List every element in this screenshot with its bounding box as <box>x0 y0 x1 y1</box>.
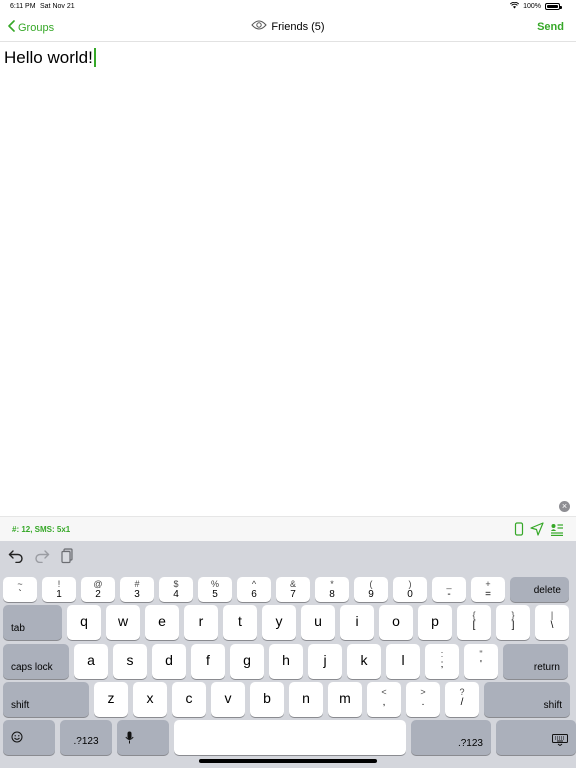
key-b[interactable]: b <box>250 682 284 717</box>
location-arrow-icon[interactable] <box>530 522 544 541</box>
key-h[interactable]: h <box>269 644 303 679</box>
text-cursor <box>93 48 96 67</box>
key-left-brace[interactable]: {[ <box>457 605 491 640</box>
key-5[interactable]: % 5 <box>198 577 232 602</box>
status-bar: 6:11 PM Sat Nov 21 100% <box>0 0 576 14</box>
key-period[interactable]: >. <box>406 682 440 717</box>
key-semicolon[interactable]: :; <box>425 644 459 679</box>
keyboard-bottom-row: .?123 .?123 <box>3 720 576 755</box>
character-count: #: 12, SMS: 5x1 <box>12 525 71 534</box>
key-d[interactable]: d <box>152 644 186 679</box>
key-w[interactable]: w <box>106 605 140 640</box>
numbers-key-right[interactable]: .?123 <box>411 720 491 755</box>
nav-bar: Groups Friends (5) Send <box>0 14 576 42</box>
key-z[interactable]: z <box>94 682 128 717</box>
tab-key[interactable]: tab <box>3 605 62 640</box>
emoji-icon <box>11 731 23 746</box>
keyboard-row-1: tab q w e r t y u i o p {[ }] | \ <box>3 605 569 640</box>
key-q[interactable]: q <box>67 605 101 640</box>
key-u[interactable]: u <box>301 605 335 640</box>
battery-icon <box>545 3 562 10</box>
key-backtick[interactable]: ~ ` <box>3 577 37 602</box>
key-2[interactable]: @2 <box>81 577 115 602</box>
key-t[interactable]: t <box>223 605 257 640</box>
eye-icon[interactable] <box>251 20 268 33</box>
left-shift-key[interactable]: shift <box>3 682 89 717</box>
phone-icon[interactable] <box>514 522 524 541</box>
key-0[interactable]: ) 0 <box>393 577 427 602</box>
message-text-container: Hello world! <box>4 48 96 68</box>
key-l[interactable]: l <box>386 644 420 679</box>
battery-percent: 100% <box>523 3 541 10</box>
numbers-key-left[interactable]: .?123 <box>60 720 112 755</box>
key-quote[interactable]: " ' <box>464 644 498 679</box>
nav-title: Friends (5) <box>0 20 576 33</box>
status-time: 6:11 PM <box>10 3 36 10</box>
key-slash[interactable]: ? / <box>445 682 479 717</box>
key-x[interactable]: x <box>133 682 167 717</box>
key-n[interactable]: n <box>289 682 323 717</box>
key-c[interactable]: c <box>172 682 206 717</box>
info-actions <box>514 522 564 541</box>
home-indicator[interactable] <box>199 759 377 763</box>
key-pipe[interactable]: | \ <box>535 605 569 640</box>
message-text: Hello world! <box>4 48 93 67</box>
send-button[interactable]: Send <box>537 21 564 33</box>
info-bar: #: 12, SMS: 5x1 <box>0 516 576 541</box>
emoji-key[interactable] <box>3 720 55 755</box>
keyboard-row-2: caps lock a s d f g h j k l :; " ' return <box>3 644 568 679</box>
delete-key[interactable]: delete <box>510 577 569 602</box>
key-f[interactable]: f <box>191 644 225 679</box>
key-4[interactable]: $4 <box>159 577 193 602</box>
key-e[interactable]: e <box>145 605 179 640</box>
key-o[interactable]: o <box>379 605 413 640</box>
key-y[interactable]: y <box>262 605 296 640</box>
key-6[interactable]: ^ 6 <box>237 577 271 602</box>
key-s[interactable]: s <box>113 644 147 679</box>
key-r[interactable]: r <box>184 605 218 640</box>
key-7[interactable]: & 7 <box>276 577 310 602</box>
page-title: Friends (5) <box>271 20 325 33</box>
space-bar[interactable] <box>174 720 406 755</box>
keyboard-row-3: shift z x c v b n m <, >. ? / shift <box>3 682 570 717</box>
status-indicators: 100% <box>510 1 562 11</box>
key-m[interactable]: m <box>328 682 362 717</box>
microphone-icon <box>125 731 134 747</box>
key-8[interactable]: * 8 <box>315 577 349 602</box>
clear-icon[interactable]: × <box>559 501 570 512</box>
key-k[interactable]: k <box>347 644 381 679</box>
key-i[interactable]: i <box>340 605 374 640</box>
key-p[interactable]: p <box>418 605 452 640</box>
caps-lock-key[interactable]: caps lock <box>3 644 69 679</box>
undo-icon[interactable] <box>8 549 24 568</box>
right-shift-key[interactable]: shift <box>484 682 570 717</box>
redo-icon[interactable] <box>34 549 50 568</box>
key-comma[interactable]: <, <box>367 682 401 717</box>
status-date: Sat Nov 21 <box>40 3 75 10</box>
key-equals[interactable]: + = <box>471 577 505 602</box>
keyboard: ~ ` ! 1 @2 #3 $4 % 5 ^ 6 & 7 * 8 (9 ) 0 _ - + = d… <box>0 541 576 768</box>
wifi-icon <box>510 1 520 11</box>
contact-card-icon[interactable] <box>550 522 564 541</box>
paste-icon[interactable] <box>60 548 74 569</box>
return-key[interactable]: return <box>503 644 568 679</box>
key-g[interactable]: g <box>230 644 264 679</box>
key-right-brace[interactable]: }] <box>496 605 530 640</box>
hide-keyboard-key[interactable] <box>496 720 576 755</box>
key-j[interactable]: j <box>308 644 342 679</box>
keyboard-hide-icon <box>552 734 568 749</box>
key-minus[interactable]: _ - <box>432 577 466 602</box>
keyboard-number-row: ~ ` ! 1 @2 #3 $4 % 5 ^ 6 & 7 * 8 (9 ) 0 _ - + = d… <box>3 577 569 602</box>
key-1[interactable]: ! 1 <box>42 577 76 602</box>
key-v[interactable]: v <box>211 682 245 717</box>
key-a[interactable]: a <box>74 644 108 679</box>
message-editor[interactable]: Hello world! × <box>0 42 576 516</box>
dictation-key[interactable] <box>117 720 169 755</box>
key-9[interactable]: (9 <box>354 577 388 602</box>
key-3[interactable]: #3 <box>120 577 154 602</box>
keyboard-shortcuts-bar <box>8 548 74 569</box>
